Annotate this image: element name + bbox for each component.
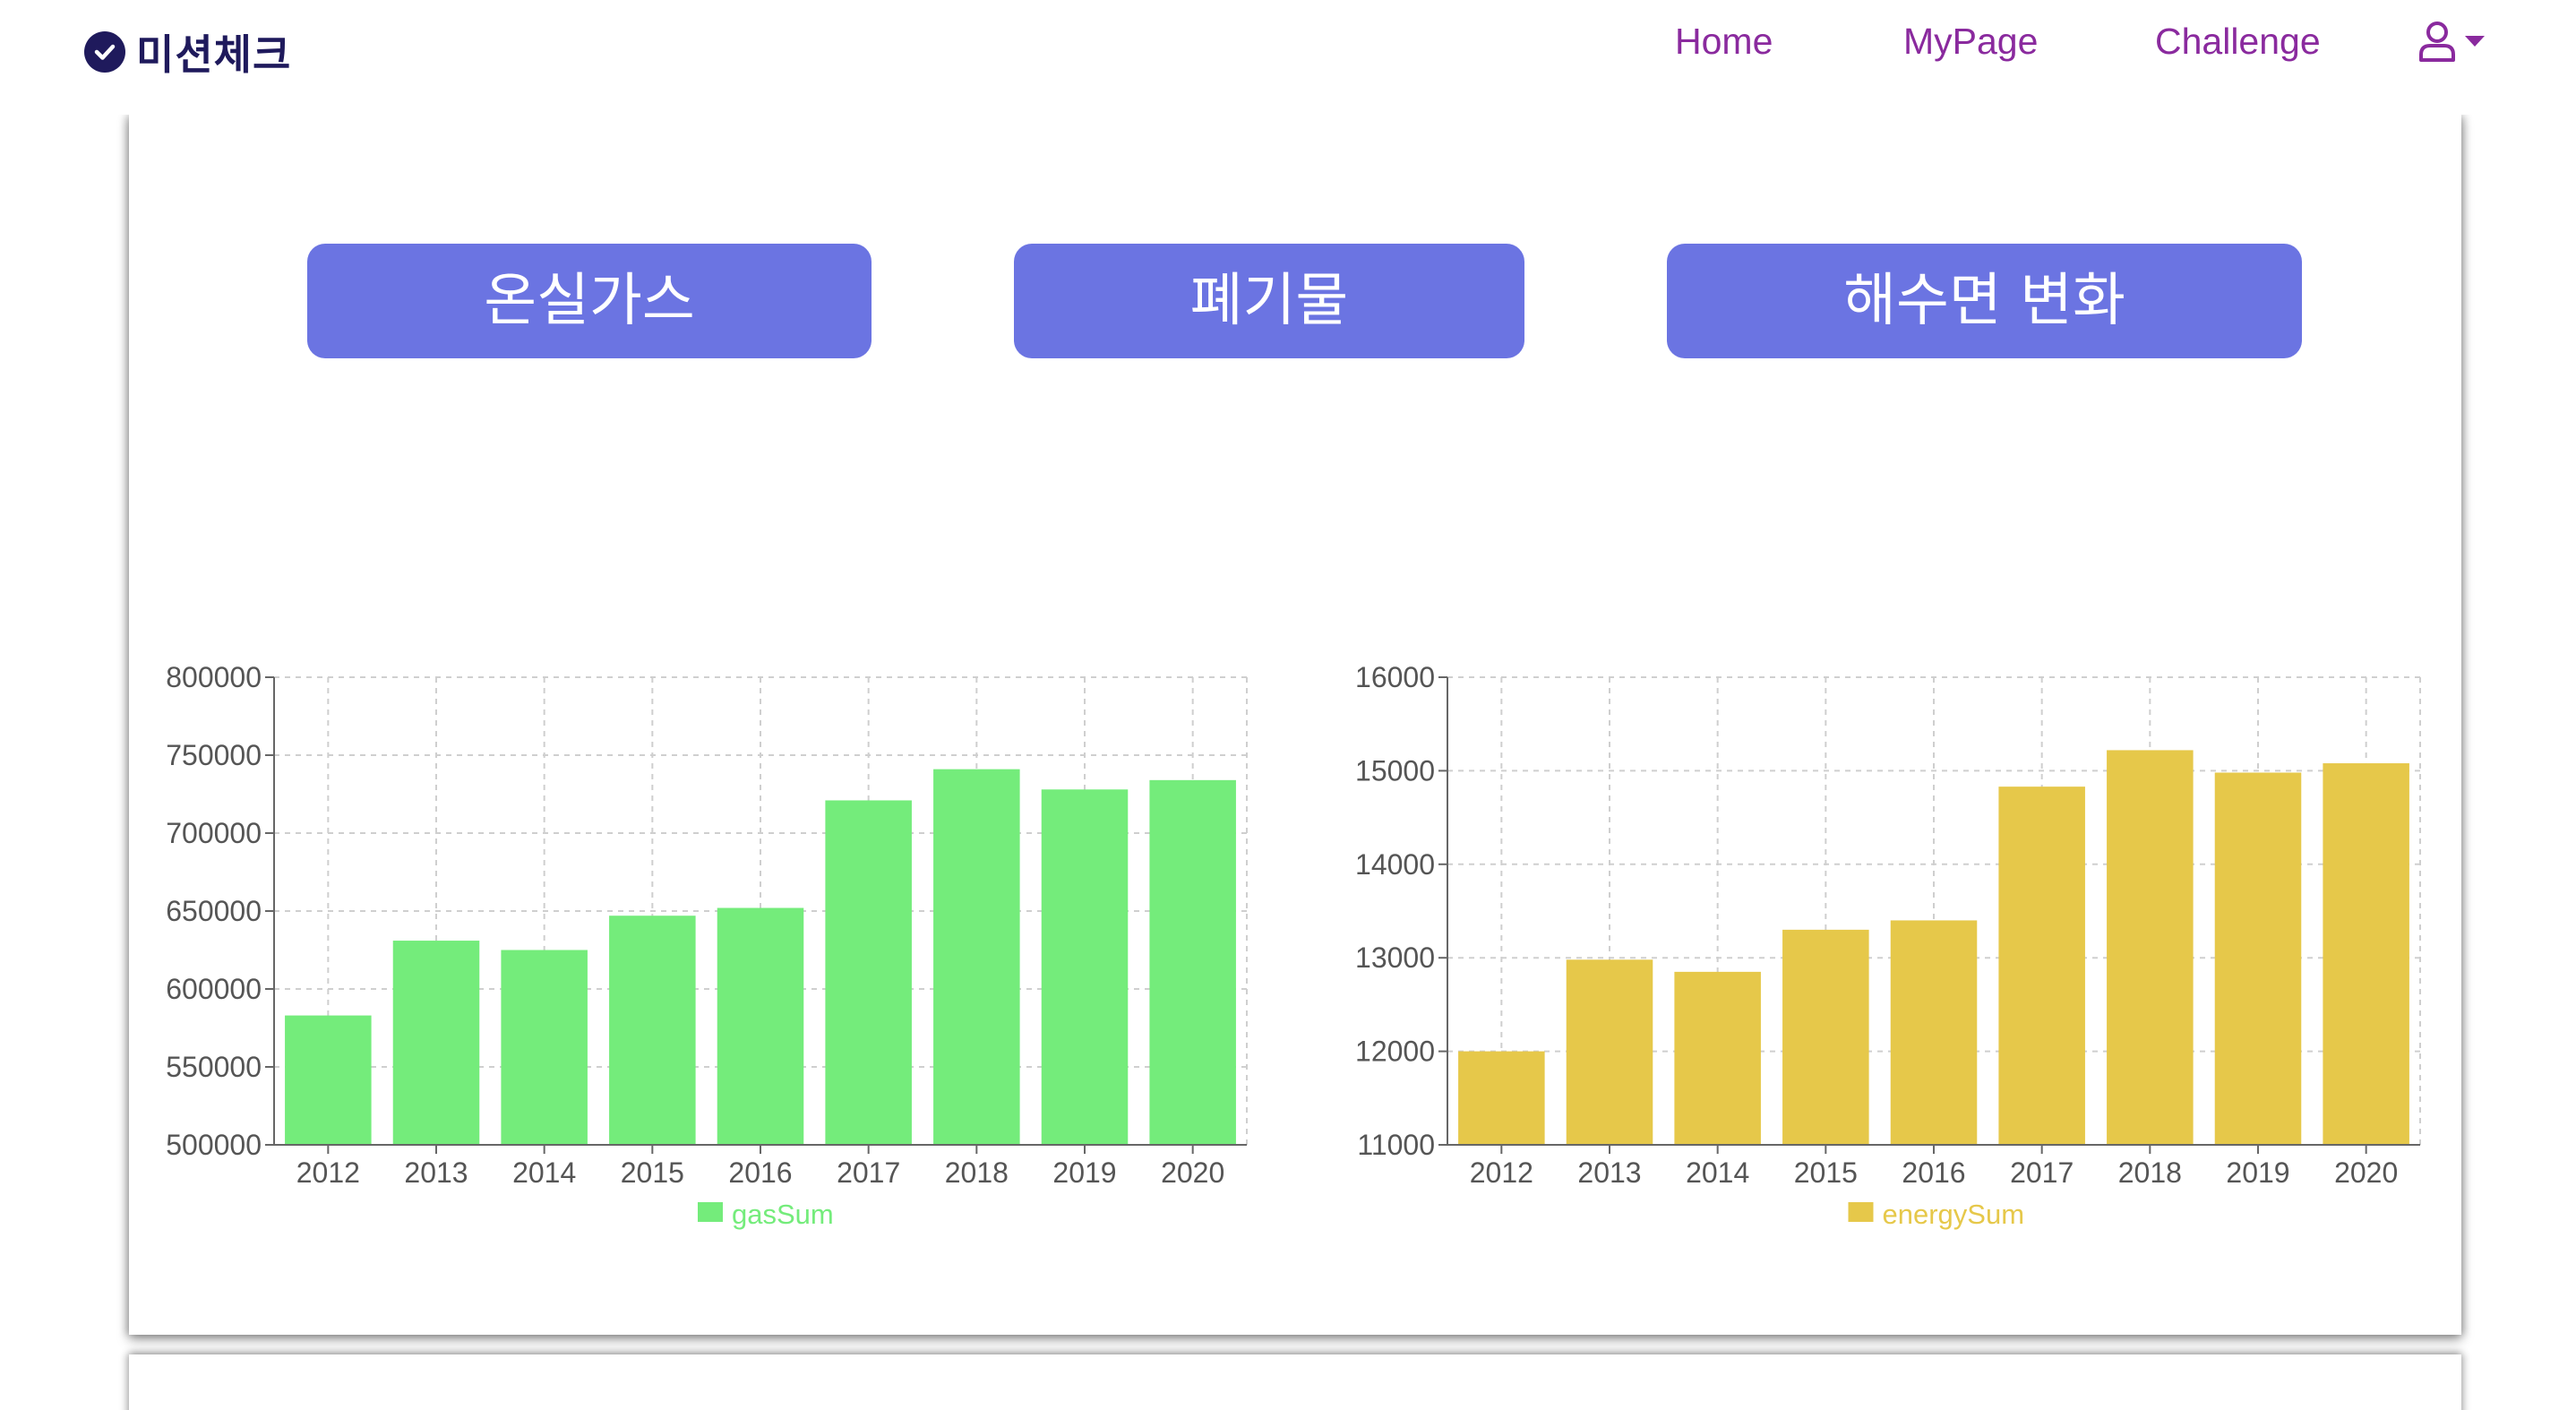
x-tick-label: 2017	[837, 1156, 900, 1189]
legend-swatch	[1848, 1202, 1874, 1222]
y-tick-label: 550000	[166, 1051, 262, 1083]
x-tick-label: 2013	[404, 1156, 468, 1189]
page: 미션체크 Home MyPage Challenge 온실가스 폐기물 해수면 …	[0, 0, 2576, 1410]
check-circle-icon	[84, 31, 125, 73]
y-tick-label: 14000	[1355, 848, 1435, 881]
y-tick-label: 12000	[1355, 1036, 1435, 1068]
bar-2018	[933, 769, 1020, 1145]
bar-2014	[501, 950, 588, 1145]
y-tick-label: 650000	[166, 895, 262, 927]
bar-2017	[825, 800, 912, 1145]
bar-2020	[1149, 779, 1236, 1145]
x-tick-label: 2012	[1470, 1156, 1533, 1189]
nav-link-mypage[interactable]: MyPage	[1903, 16, 2038, 66]
legend-label: gasSum	[732, 1199, 834, 1230]
x-tick-label: 2016	[728, 1156, 792, 1189]
user-icon	[2419, 21, 2455, 62]
x-tick-label: 2015	[621, 1156, 684, 1189]
bar-2013	[1566, 959, 1653, 1145]
caret-down-icon	[2465, 36, 2485, 47]
y-tick-label: 15000	[1355, 754, 1435, 787]
x-tick-label: 2013	[1577, 1156, 1641, 1189]
y-tick-label: 800000	[166, 661, 262, 693]
bar-2016	[717, 907, 804, 1145]
x-tick-label: 2018	[2118, 1156, 2182, 1189]
x-tick-label: 2019	[2226, 1156, 2289, 1189]
top-navbar: 미션체크 Home MyPage Challenge	[0, 0, 2576, 115]
x-tick-label: 2017	[2010, 1156, 2074, 1189]
y-tick-label: 11000	[1357, 1129, 1435, 1161]
x-tick-label: 2020	[2334, 1156, 2398, 1189]
brand-name: 미션체크	[136, 30, 292, 79]
x-tick-label: 2014	[512, 1156, 576, 1189]
bar-2012	[1458, 1051, 1545, 1145]
bar-2016	[1890, 920, 1978, 1145]
y-tick-label: 500000	[166, 1129, 262, 1161]
nav-link-challenge[interactable]: Challenge	[2155, 16, 2321, 66]
bar-2017	[1998, 787, 2085, 1145]
y-tick-label: 600000	[166, 973, 262, 1005]
chart-2: 11000 12000 13000 14000 15000 16000 2012 2013 20…	[1355, 661, 2421, 1230]
y-tick-label: 16000	[1355, 661, 1435, 693]
legend-swatch	[698, 1202, 723, 1222]
x-tick-label: 2020	[1161, 1156, 1224, 1189]
x-tick-label: 2012	[296, 1156, 360, 1189]
legend-label: energySum	[1883, 1199, 2025, 1230]
chart-1: 500000 550000 600000 650000 700000 750000 8000…	[166, 661, 1248, 1230]
user-menu-toggle[interactable]	[2417, 16, 2486, 66]
x-tick-label: 2015	[1794, 1156, 1858, 1189]
x-tick-label: 2016	[1902, 1156, 1965, 1189]
bar-2015	[609, 916, 696, 1145]
y-tick-label: 700000	[166, 817, 262, 849]
y-tick-label: 750000	[166, 739, 262, 771]
nav-link-home[interactable]: Home	[1675, 16, 1773, 66]
bar-2012	[285, 1015, 372, 1145]
bar-2013	[392, 941, 480, 1145]
x-tick-label: 2014	[1686, 1156, 1749, 1189]
bar-2018	[2107, 750, 2194, 1145]
x-tick-label: 2019	[1052, 1156, 1116, 1189]
bar-2020	[2323, 763, 2409, 1145]
y-tick-label: 13000	[1355, 941, 1435, 974]
bar-2015	[1782, 929, 1869, 1145]
bar-2014	[1674, 971, 1761, 1145]
bar-2019	[2214, 772, 2302, 1145]
bar-2019	[1041, 789, 1129, 1145]
x-tick-label: 2018	[945, 1156, 1009, 1189]
brand-logo[interactable]: 미션체크	[84, 25, 291, 79]
charts-area: 500000 550000 600000 650000 700000 750000 8000…	[166, 661, 2421, 1230]
